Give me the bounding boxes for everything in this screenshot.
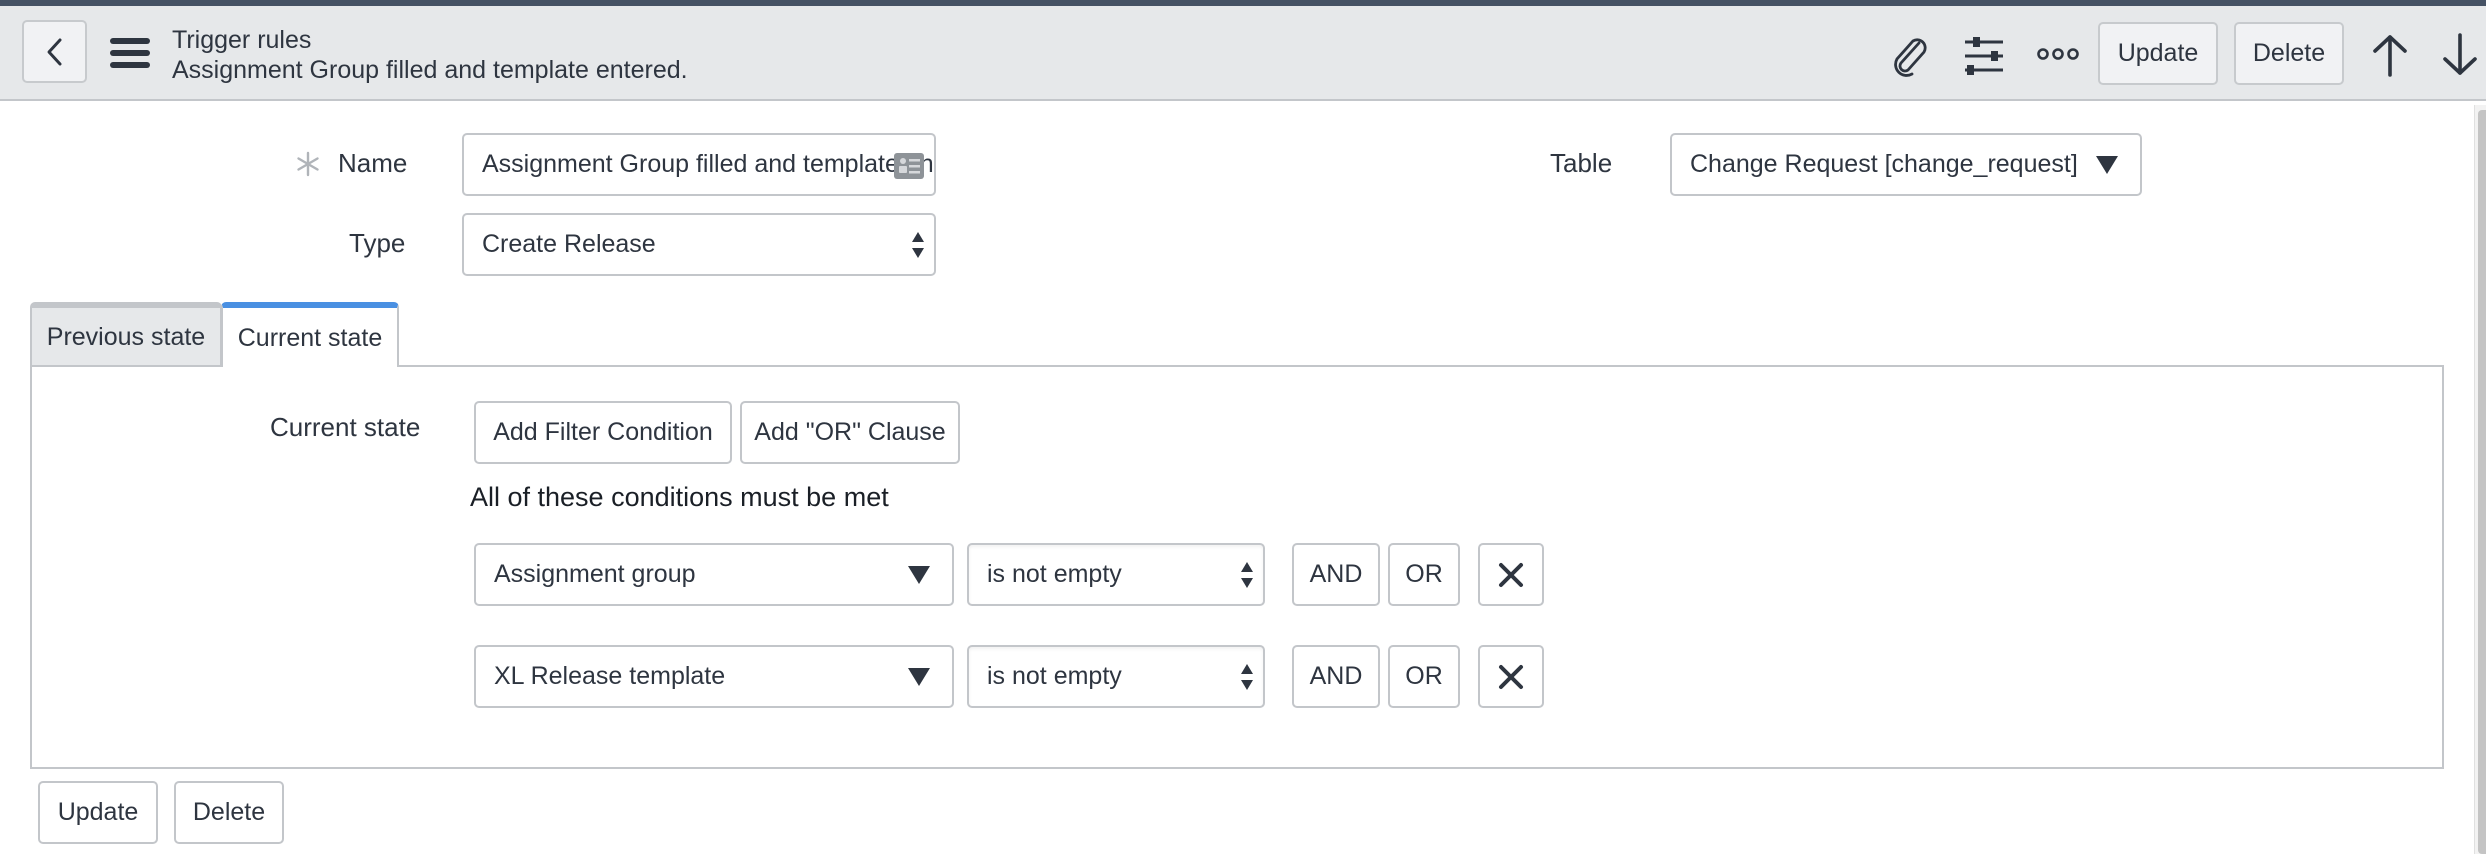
close-icon	[1499, 562, 1523, 587]
type-label: Type	[349, 228, 406, 258]
tab-current-state[interactable]: Current state	[221, 302, 399, 368]
add-filter-condition-button[interactable]: Add Filter Condition	[474, 401, 732, 464]
condition-field-select[interactable]: Assignment group	[474, 543, 954, 606]
condition-operator-select[interactable]: is not empty	[967, 543, 1265, 606]
condition-operator-value: is not empty	[987, 662, 1122, 690]
header-update-button[interactable]: Update	[2098, 22, 2218, 85]
remove-condition-button[interactable]	[1478, 645, 1544, 708]
chevron-left-icon	[47, 38, 61, 65]
name-label: Name	[338, 148, 408, 178]
type-select[interactable]: Create Release	[462, 213, 936, 276]
active-tab-joiner	[223, 364, 397, 368]
field-details-icon[interactable]	[894, 153, 924, 179]
scrollbar-thumb[interactable]	[2478, 110, 2486, 854]
match-condition-text: All of these conditions must be met	[470, 482, 889, 512]
caret-down-icon	[908, 667, 930, 686]
caret-down-icon	[2096, 155, 2118, 174]
select-arrows-icon	[912, 231, 924, 258]
add-or-clause-button[interactable]: Add "OR" Clause	[740, 401, 960, 464]
table-select-value: Change Request [change_request]	[1690, 150, 2078, 178]
condition-operator-select[interactable]: is not empty	[967, 645, 1265, 708]
condition-field-select[interactable]: XL Release template	[474, 645, 954, 708]
tab-label: Previous state	[46, 322, 206, 351]
required-asterisk-icon	[294, 150, 322, 178]
close-icon	[1499, 664, 1523, 689]
record-name: Assignment Group filled and template ent…	[172, 56, 688, 84]
sliders-icon[interactable]	[1962, 34, 2006, 78]
arrow-down-icon[interactable]	[2438, 32, 2482, 78]
condition-builder-label: Current state	[270, 412, 421, 442]
select-arrows-icon	[1241, 663, 1253, 690]
hamburger-icon[interactable]	[108, 36, 152, 70]
condition-field-value: Assignment group	[494, 560, 696, 588]
footer-update-button[interactable]: Update	[38, 781, 158, 844]
caret-down-icon	[908, 565, 930, 584]
tab-label: Current state	[237, 323, 383, 352]
condition-and-button[interactable]: AND	[1292, 543, 1380, 606]
name-input-value: Assignment Group filled and template ent…	[482, 150, 934, 178]
footer-delete-button[interactable]: Delete	[174, 781, 284, 844]
paperclip-icon[interactable]	[1888, 34, 1932, 78]
condition-field-value: XL Release template	[494, 662, 726, 690]
condition-and-button[interactable]: AND	[1292, 645, 1380, 708]
page-title: Trigger rules	[172, 26, 312, 54]
header-delete-button[interactable]: Delete	[2234, 22, 2344, 85]
condition-or-button[interactable]: OR	[1388, 645, 1460, 708]
type-select-value: Create Release	[482, 230, 656, 258]
table-select[interactable]: Change Request [change_request]	[1670, 133, 2142, 196]
table-label: Table	[1550, 148, 1613, 178]
more-options-icon[interactable]	[2036, 42, 2080, 66]
condition-or-button[interactable]: OR	[1388, 543, 1460, 606]
name-input[interactable]: Assignment Group filled and template ent…	[462, 133, 936, 196]
condition-operator-value: is not empty	[987, 560, 1122, 588]
remove-condition-button[interactable]	[1478, 543, 1544, 606]
form-header: Trigger rules Assignment Group filled an…	[0, 6, 2486, 101]
select-arrows-icon	[1241, 561, 1253, 588]
back-button[interactable]	[22, 20, 87, 83]
tab-previous-state[interactable]: Previous state	[30, 302, 222, 366]
arrow-up-icon[interactable]	[2368, 32, 2412, 78]
